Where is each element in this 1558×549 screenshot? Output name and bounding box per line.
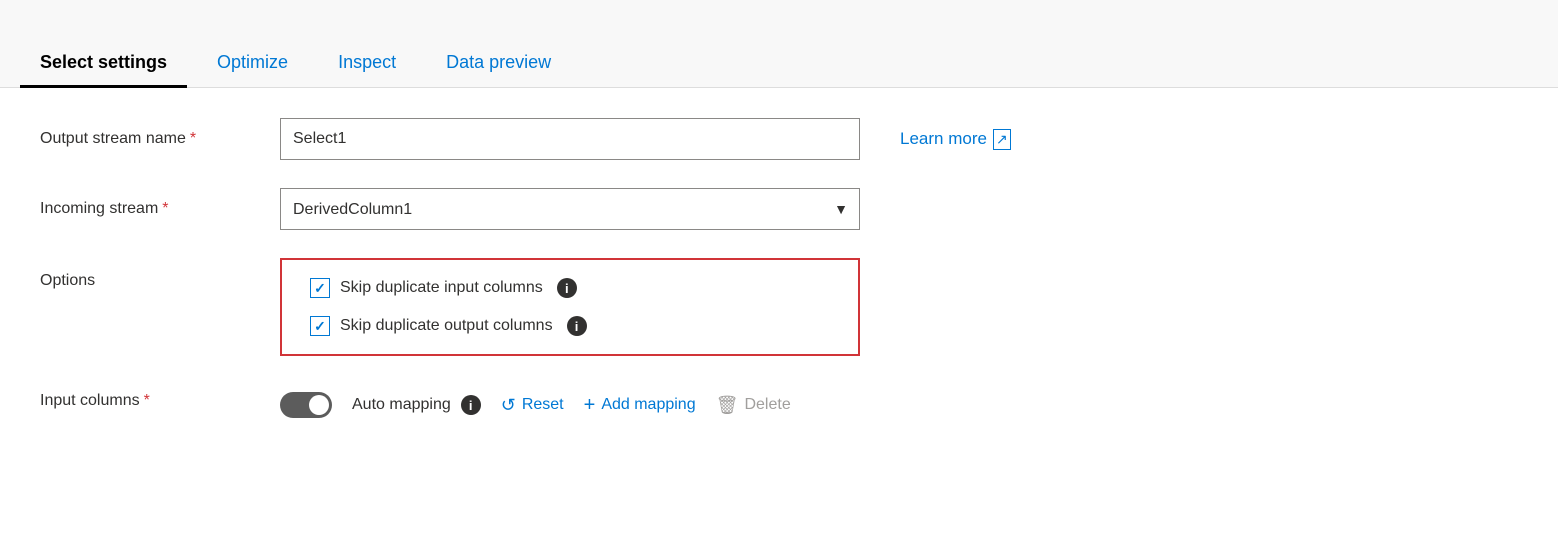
learn-more-link[interactable]: Learn more ↗ <box>900 129 1011 150</box>
input-columns-row: Input columns * Auto mapping i ↺ Reset <box>40 384 1518 418</box>
tab-bar: Select settings Optimize Inspect Data pr… <box>0 0 1558 88</box>
auto-mapping-toggle[interactable] <box>280 392 332 418</box>
toggle-thumb <box>309 395 329 415</box>
delete-button[interactable]: 🗑 Delete <box>716 395 791 416</box>
reset-button[interactable]: ↺ Reset <box>501 395 564 416</box>
tab-data-preview[interactable]: Data preview <box>426 40 571 88</box>
plus-icon: + <box>584 394 596 417</box>
tab-select-settings[interactable]: Select settings <box>20 40 187 88</box>
add-mapping-button[interactable]: + Add mapping <box>584 394 696 417</box>
skip-output-columns-row: ✓ Skip duplicate output columns i <box>310 316 830 336</box>
main-container: Select settings Optimize Inspect Data pr… <box>0 0 1558 549</box>
incoming-stream-label: Incoming stream * <box>40 200 280 218</box>
input-columns-controls: Auto mapping i ↺ Reset + Add mapping 🗑 D… <box>280 392 791 418</box>
toggle-track <box>280 392 332 418</box>
skip-input-columns-row: ✓ Skip duplicate input columns i <box>310 278 830 298</box>
reset-icon: ↺ <box>501 395 516 416</box>
trash-icon: 🗑 <box>716 395 739 416</box>
skip-output-checkbox[interactable]: ✓ <box>310 316 330 336</box>
input-columns-label: Input columns * <box>40 392 280 410</box>
required-star-input-columns: * <box>144 392 150 410</box>
options-container: ✓ Skip duplicate input columns i ✓ Skip … <box>280 258 860 356</box>
tab-optimize[interactable]: Optimize <box>197 40 308 88</box>
info-output-icon[interactable]: i <box>567 316 587 336</box>
external-link-icon: ↗ <box>993 129 1011 150</box>
output-stream-name-input[interactable] <box>280 118 860 160</box>
incoming-stream-select-container: DerivedColumn1 ▼ <box>280 188 860 230</box>
checkmark-input-icon: ✓ <box>314 280 326 297</box>
options-label: Options <box>40 258 280 290</box>
required-star-output: * <box>190 130 196 148</box>
checkmark-output-icon: ✓ <box>314 318 326 335</box>
incoming-stream-row: Incoming stream * DerivedColumn1 ▼ <box>40 188 1518 230</box>
required-star-incoming: * <box>162 200 168 218</box>
skip-input-label: Skip duplicate input columns <box>340 279 543 297</box>
auto-mapping-label: Auto mapping i <box>352 395 481 415</box>
skip-output-label: Skip duplicate output columns <box>340 317 553 335</box>
info-input-icon[interactable]: i <box>557 278 577 298</box>
tab-inspect[interactable]: Inspect <box>318 40 416 88</box>
output-stream-name-label: Output stream name * <box>40 130 280 148</box>
incoming-stream-select[interactable]: DerivedColumn1 <box>280 188 860 230</box>
content-area: Output stream name * Learn more ↗ Incomi… <box>0 88 1558 549</box>
info-auto-mapping-icon[interactable]: i <box>461 395 481 415</box>
skip-input-checkbox[interactable]: ✓ <box>310 278 330 298</box>
output-stream-name-row: Output stream name * Learn more ↗ <box>40 118 1518 160</box>
options-row: Options ✓ Skip duplicate input columns i… <box>40 258 1518 356</box>
